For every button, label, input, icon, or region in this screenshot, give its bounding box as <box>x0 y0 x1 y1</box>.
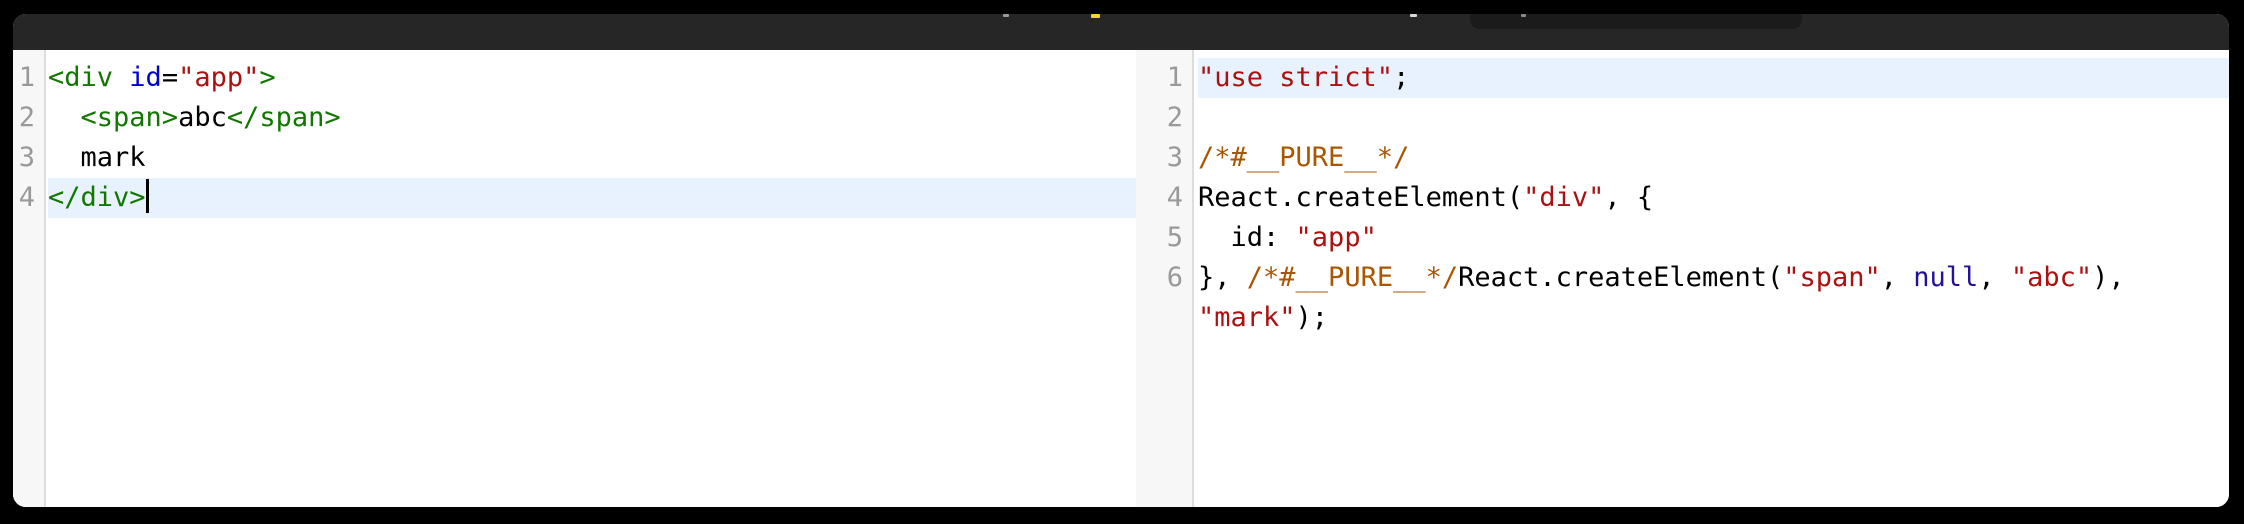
line-number: 6 <box>1166 262 1183 293</box>
line-number: 3 <box>18 142 35 173</box>
active-code-line[interactable]: </div> <box>48 178 1136 218</box>
compiled-output-editor: 123456 "use strict";/*#__PURE__*/React.c… <box>1136 50 2229 507</box>
active-code-line[interactable]: "use strict"; <box>1198 58 2229 98</box>
code-line[interactable]: }, /*#__PURE__*/React.createElement("spa… <box>1198 258 2229 298</box>
code-token: abc <box>178 102 227 133</box>
code-line[interactable]: <div id="app"> <box>48 58 1136 98</box>
code-token: <div <box>48 62 114 93</box>
code-line[interactable]: React.createElement("div", { <box>1198 178 2229 218</box>
site-header <box>13 14 2229 50</box>
code-token: ); <box>1295 302 1329 333</box>
code-token: "app" <box>1295 222 1377 253</box>
line-number: 4 <box>1166 182 1183 213</box>
code-line[interactable] <box>1198 98 2229 138</box>
line-number-gutter: 1 2 3 4 <box>13 50 46 507</box>
code-line[interactable]: mark <box>48 138 1136 178</box>
line-number: 4 <box>18 182 35 213</box>
code-token: "use strict" <box>1198 62 1394 93</box>
code-token: "span" <box>1783 262 1881 293</box>
code-token: </span> <box>226 102 341 133</box>
line-number: 1 <box>18 62 35 93</box>
line-number: 2 <box>1166 102 1183 133</box>
header-nav-remnant-icon <box>1410 14 1417 17</box>
code-line[interactable]: "mark"); <box>1198 298 2229 338</box>
compiled-code-area[interactable]: "use strict";/*#__PURE__*/React.createEl… <box>1194 50 2229 507</box>
code-token: ; <box>1393 62 1410 93</box>
code-token: , <box>1880 262 1914 293</box>
code-token: <span> <box>80 102 179 133</box>
code-token: React.createElement( <box>1198 182 1524 213</box>
code-token: "abc" <box>2010 262 2093 293</box>
code-line[interactable]: id: "app" <box>1198 218 2229 258</box>
code-token: }, <box>1198 262 1247 293</box>
text-cursor <box>145 179 149 213</box>
code-token: id: <box>1198 222 1296 253</box>
code-token: mark <box>48 142 146 173</box>
code-token: ), <box>2092 262 2125 293</box>
line-number: 5 <box>1166 222 1183 253</box>
code-token: id <box>129 62 162 93</box>
code-token: , { <box>1604 182 1654 213</box>
line-number-gutter: 1 2 3 4 5 6 <box>1136 50 1194 507</box>
code-token: > <box>259 62 276 93</box>
jsx-code-area[interactable]: <div id="app"> <span>abc</span> mark </di… <box>46 50 1136 507</box>
code-token: /*#__PURE__*/ <box>1198 142 1410 173</box>
editor-split-view: 1234 <div id="app"> <span>abc</span> mar… <box>13 50 2229 507</box>
code-token: "app" <box>178 62 260 93</box>
code-token: "div" <box>1523 182 1605 213</box>
jsx-source-editor: 1 2 3 4 <div id="app"> <span>abc</span> mar… <box>13 50 1136 507</box>
code-token: </div> <box>48 182 146 213</box>
code-token: "mark" <box>1198 302 1296 333</box>
repl-window: 1234 <div id="app"> <span>abc</span> mar… <box>13 14 2229 507</box>
code-line[interactable]: /*#__PURE__*/ <box>1198 138 2229 178</box>
code-token: , <box>1978 262 2011 293</box>
code-token: React.createElement( <box>1458 262 1784 293</box>
babel-logo-remnant-icon <box>1091 14 1100 18</box>
search-box[interactable] <box>1470 14 1802 29</box>
header-nav-remnant-icon <box>1003 14 1009 17</box>
wrapped-line-spacer <box>1136 298 1192 338</box>
line-number: 3 <box>1166 142 1183 173</box>
line-number: 2 <box>18 102 35 133</box>
code-token: /*#__PURE__*/ <box>1246 262 1459 293</box>
code-token: = <box>161 62 179 93</box>
screenshot-frame: 1234 <div id="app"> <span>abc</span> mar… <box>0 0 2244 524</box>
code-token: null <box>1913 262 1979 293</box>
search-shortcut-remnant-icon <box>1521 14 1526 17</box>
line-number: 1 <box>1166 62 1183 93</box>
code-line[interactable]: <span>abc</span> <box>48 98 1136 138</box>
